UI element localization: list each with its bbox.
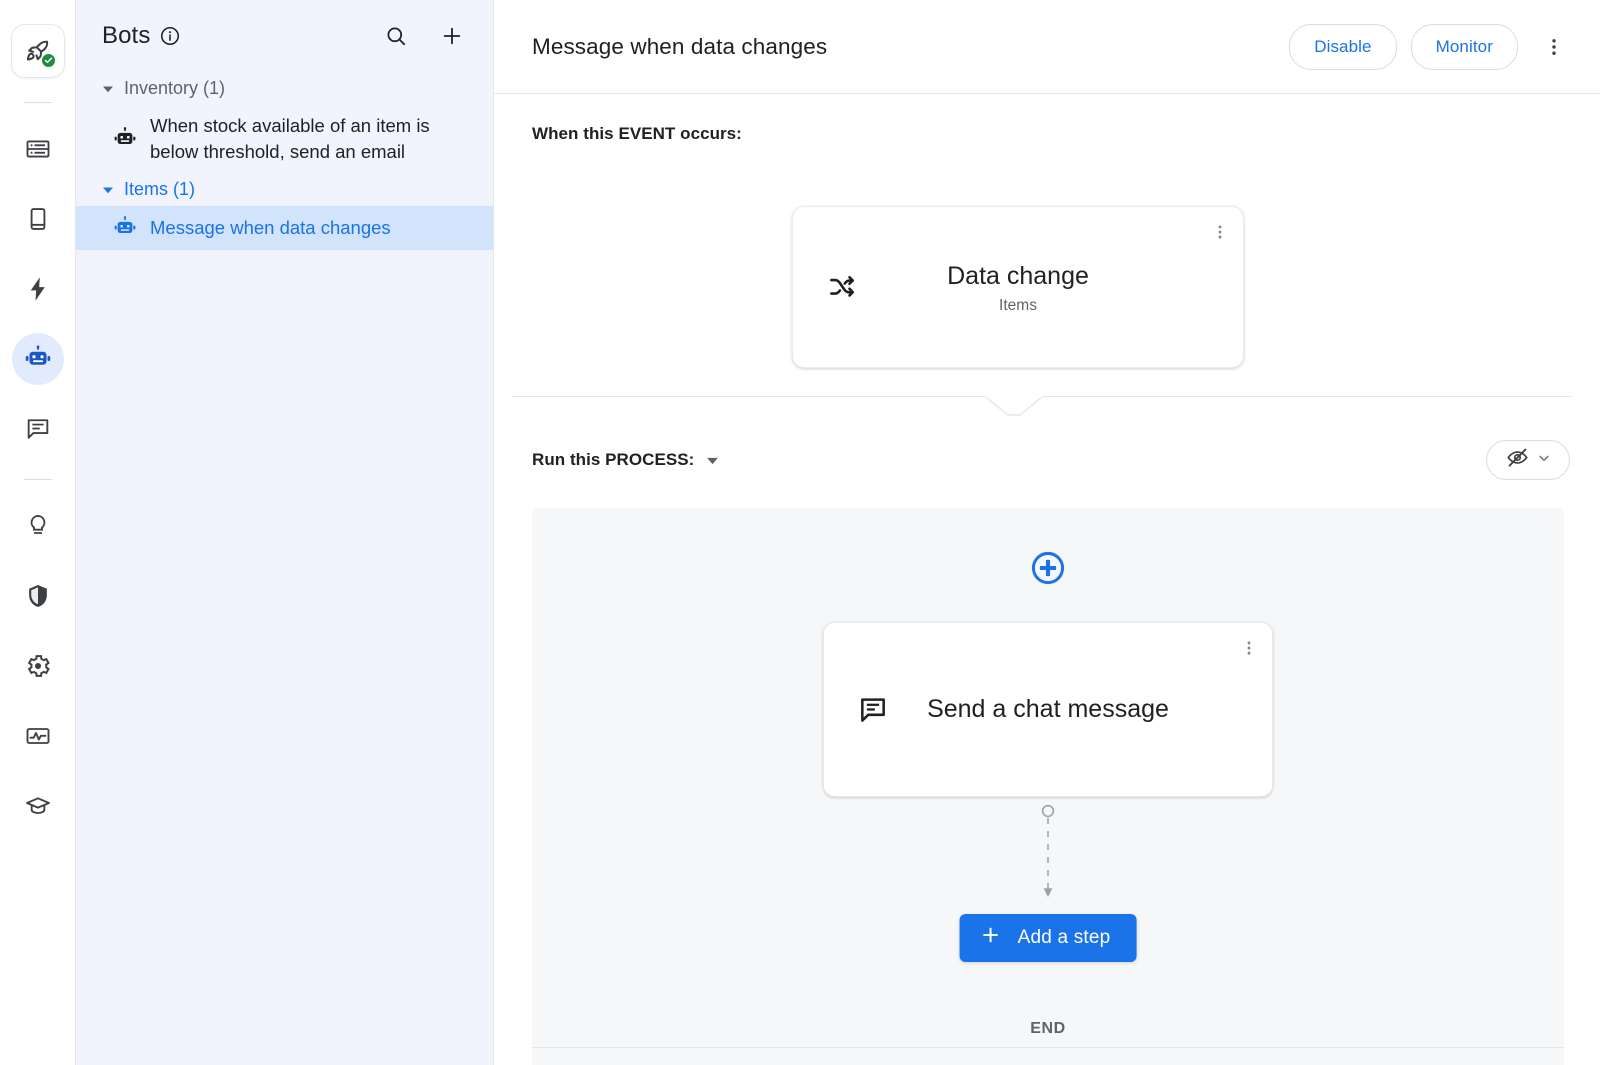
- lightbulb-idea-icon: [24, 512, 52, 540]
- info-icon[interactable]: [159, 25, 181, 47]
- shuffle-data-change-icon: [825, 270, 859, 304]
- rail-item-rocket-deploy[interactable]: [11, 24, 65, 78]
- sidebar-group-label: Items (1): [124, 179, 195, 200]
- sidebar-group-label: Inventory (1): [124, 78, 225, 99]
- list-item-label: When stock available of an item is below…: [150, 113, 475, 165]
- chat-message-icon: [856, 693, 890, 727]
- process-step-card-title: Send a chat message: [880, 693, 1216, 726]
- event-card-subtitle: Items: [849, 297, 1187, 315]
- search-icon[interactable]: [383, 23, 409, 49]
- rail-item-device-preview[interactable]: [12, 193, 64, 245]
- process-section-label: Run this PROCESS:: [532, 450, 694, 470]
- header-actions: Disable Monitor: [1289, 24, 1572, 70]
- process-section-header: Run this PROCESS:: [494, 418, 1600, 480]
- sidebar-header: Bots: [76, 0, 493, 72]
- page-title: Message when data changes: [532, 34, 827, 60]
- kebab-menu-icon[interactable]: [1207, 219, 1233, 245]
- rail-item-chat-messages[interactable]: [12, 403, 64, 455]
- event-zone: Data change Items: [494, 144, 1600, 396]
- sidebar-group-inventory[interactable]: Inventory (1): [76, 72, 493, 105]
- event-process-divider: [512, 396, 1572, 418]
- kebab-menu-icon[interactable]: [1236, 635, 1262, 661]
- rail-item-security[interactable]: [12, 570, 64, 622]
- caret-down-icon: [100, 182, 116, 198]
- event-card-body: Data change Items: [793, 260, 1243, 315]
- list-item[interactable]: When stock available of an item is below…: [76, 105, 493, 173]
- add-step-button[interactable]: Add a step: [960, 914, 1137, 962]
- process-canvas: Send a chat message Add a step END: [532, 508, 1564, 1065]
- rail-item-learn[interactable]: [12, 780, 64, 832]
- caret-down-icon[interactable]: [706, 454, 719, 467]
- plus-icon: [980, 924, 1002, 952]
- add-bot-plus-icon[interactable]: [439, 23, 465, 49]
- robot-bots-icon: [23, 344, 53, 374]
- add-step-button-label: Add a step: [1018, 927, 1111, 949]
- sidebar-title: Bots: [102, 22, 150, 50]
- rail-item-bots[interactable]: [12, 333, 64, 385]
- chat-message-icon: [24, 415, 52, 443]
- sidebar-group-items[interactable]: Items (1): [76, 173, 493, 206]
- rail-item-ideas[interactable]: [12, 500, 64, 552]
- connector-notch-icon: [986, 396, 1042, 423]
- add-circle-icon[interactable]: [1028, 548, 1068, 588]
- bottom-divider: [532, 1047, 1564, 1048]
- robot-bot-icon: [110, 126, 140, 152]
- event-card-title: Data change: [849, 260, 1187, 292]
- rail-item-monitoring[interactable]: [12, 710, 64, 762]
- visibility-off-icon: [1505, 445, 1530, 475]
- sidebar-header-actions: [383, 23, 465, 49]
- caret-down-icon: [100, 81, 116, 97]
- rail-item-automation-bolt[interactable]: [12, 263, 64, 315]
- deploy-status-check-badge-icon: [42, 54, 55, 67]
- database-icon: [24, 135, 52, 163]
- main-header: Message when data changes Disable Monito…: [494, 0, 1600, 94]
- visibility-toggle-button[interactable]: [1486, 440, 1570, 480]
- graduation-cap-icon: [24, 792, 52, 820]
- robot-bot-icon: [110, 215, 140, 241]
- list-item-label: Message when data changes: [150, 215, 391, 241]
- bots-sidebar: Bots: [76, 0, 494, 1065]
- gear-settings-icon: [24, 652, 52, 680]
- rail-divider-bottom: [24, 479, 52, 480]
- disable-button[interactable]: Disable: [1289, 24, 1396, 70]
- app-root: Bots: [0, 0, 1600, 1065]
- shield-security-icon: [24, 582, 52, 610]
- left-icon-rail: [0, 0, 76, 1065]
- monitor-button[interactable]: Monitor: [1411, 24, 1518, 70]
- process-step-card-body: Send a chat message: [824, 693, 1272, 726]
- divider-line: [512, 396, 1572, 397]
- chevron-down-icon: [1536, 450, 1552, 471]
- device-preview-icon: [24, 205, 52, 233]
- event-card-data-change[interactable]: Data change Items: [792, 206, 1244, 368]
- kebab-menu-icon[interactable]: [1536, 27, 1572, 67]
- automation-bolt-icon: [24, 275, 52, 303]
- main-panel: Message when data changes Disable Monito…: [494, 0, 1600, 1065]
- process-end-label: END: [1030, 1020, 1066, 1038]
- rail-item-database[interactable]: [12, 123, 64, 175]
- event-section-label: When this EVENT occurs:: [494, 94, 1600, 144]
- list-item-selected[interactable]: Message when data changes: [76, 206, 493, 250]
- monitoring-pulse-icon: [24, 722, 52, 750]
- rail-item-settings[interactable]: [12, 640, 64, 692]
- step-connector-arrow: [1038, 804, 1058, 900]
- rail-divider-top: [24, 102, 52, 103]
- process-step-card-send-chat-message[interactable]: Send a chat message: [823, 622, 1273, 797]
